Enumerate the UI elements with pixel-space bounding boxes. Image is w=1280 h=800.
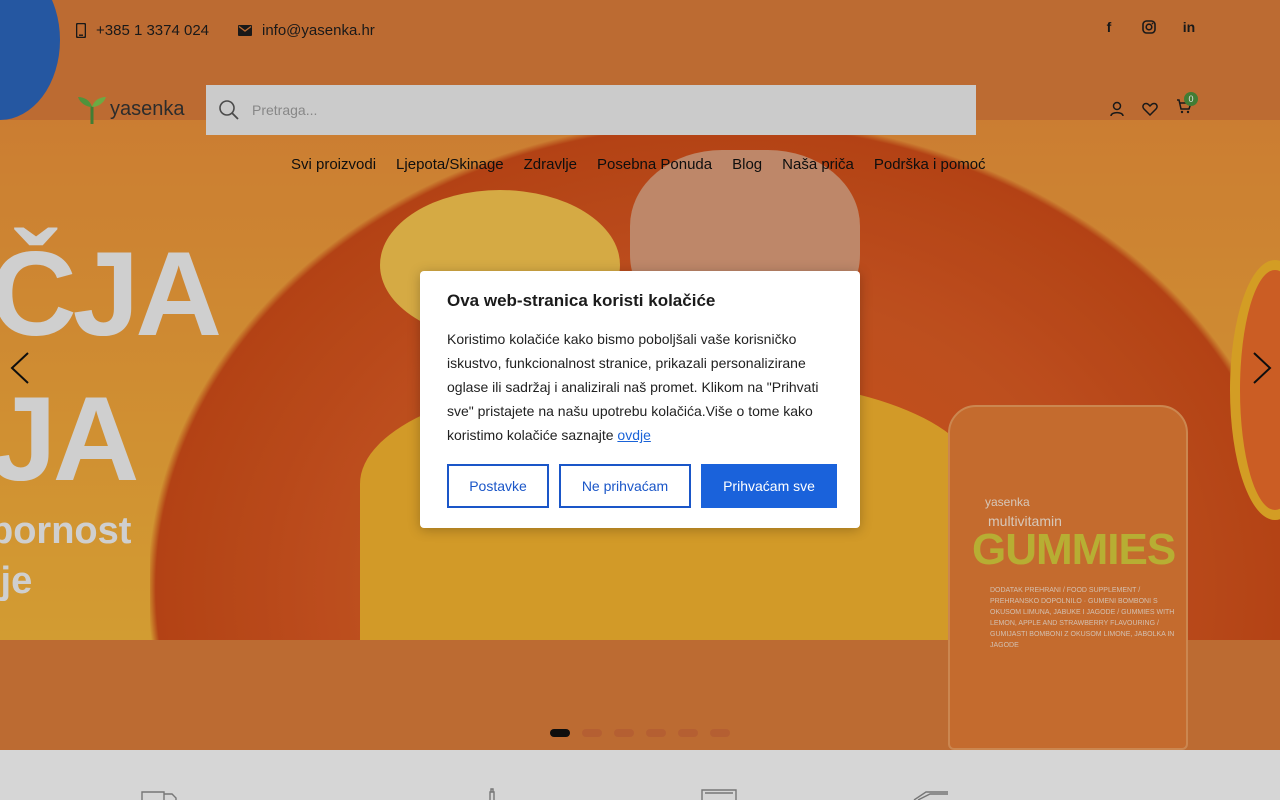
- cookie-settings-button[interactable]: Postavke: [447, 464, 549, 508]
- slider-dot[interactable]: [710, 729, 730, 737]
- features-strip: [0, 750, 1280, 800]
- logo-sprout-icon: [76, 94, 108, 124]
- search-bar: [206, 85, 976, 135]
- slider-dot[interactable]: [550, 729, 570, 737]
- social-links: f in: [1100, 18, 1198, 36]
- slider-dot[interactable]: [678, 729, 698, 737]
- slider-pagination: [550, 729, 730, 737]
- payment-card-icon: [701, 789, 737, 800]
- cookie-modal-title: Ova web-stranica koristi kolačiće: [447, 291, 716, 310]
- nav-item-beauty[interactable]: Ljepota/Skinage: [396, 156, 504, 173]
- cart-count-badge: 0: [1184, 92, 1198, 106]
- phone-number: +385 1 3374 024: [96, 22, 210, 39]
- cookie-buttons: Postavke Ne prihvaćam Prihvaćam sve: [447, 464, 837, 508]
- hero-slogan-line: ČJA: [0, 227, 222, 361]
- nav-item-all-products[interactable]: Svi proizvodi: [291, 156, 376, 173]
- phone-icon: [76, 23, 86, 38]
- slider-dot[interactable]: [646, 729, 666, 737]
- heart-icon[interactable]: [1142, 102, 1158, 116]
- product-jar-image: [948, 405, 1188, 750]
- slider-next-arrow-icon[interactable]: [1250, 350, 1274, 386]
- nav-item-blog[interactable]: Blog: [732, 156, 762, 173]
- email-address: info@yasenka.hr: [262, 22, 375, 39]
- email-contact[interactable]: info@yasenka.hr: [238, 22, 375, 39]
- jar-title: GUMMIES: [972, 525, 1176, 574]
- phone-contact[interactable]: +385 1 3374 024: [76, 22, 209, 39]
- return-package-icon: [913, 791, 948, 800]
- hero-slogan-line: ije: [0, 560, 33, 602]
- cookie-modal-body: Koristimo kolačiće kako bismo poboljšali…: [447, 327, 833, 447]
- search-input[interactable]: [250, 101, 930, 119]
- linkedin-icon[interactable]: in: [1180, 18, 1198, 36]
- logo-text: yasenka: [110, 97, 185, 120]
- cookie-decline-button[interactable]: Ne prihvaćam: [559, 464, 691, 508]
- top-bar: +385 1 3374 024 info@yasenka.hr f in: [0, 0, 1280, 62]
- user-icon[interactable]: [1110, 101, 1124, 117]
- envelope-icon: [238, 25, 252, 36]
- slider-prev-arrow-icon[interactable]: [8, 350, 32, 386]
- slider-dot[interactable]: [614, 729, 634, 737]
- site-logo[interactable]: yasenka: [76, 94, 185, 124]
- cookie-more-link[interactable]: ovdje: [617, 427, 650, 443]
- hero-slogan-line: JA: [0, 372, 139, 506]
- facebook-icon[interactable]: f: [1100, 18, 1118, 36]
- header-icons: 0: [1110, 92, 1198, 119]
- delivery-truck-icon: [141, 791, 177, 800]
- cookie-consent-modal: Ova web-stranica koristi kolačiće Korist…: [420, 271, 860, 528]
- nav-item-our-story[interactable]: Naša priča: [782, 156, 854, 173]
- cookie-accept-all-button[interactable]: Prihvaćam sve: [701, 464, 837, 508]
- lotion-bottle-icon: [489, 788, 495, 800]
- main-navigation: Svi proizvodi Ljepota/Skinage Zdravlje P…: [291, 156, 986, 173]
- nav-item-support[interactable]: Podrška i pomoć: [874, 156, 986, 173]
- cart-button[interactable]: 0: [1176, 92, 1198, 119]
- slider-dot[interactable]: [582, 729, 602, 737]
- jar-brand: yasenka: [985, 495, 1030, 509]
- nav-item-health[interactable]: Zdravlje: [524, 156, 577, 173]
- nav-item-special-offer[interactable]: Posebna Ponuda: [597, 156, 712, 173]
- hero-slogan-line: pornost: [0, 510, 132, 552]
- search-icon[interactable]: [218, 99, 240, 121]
- instagram-icon[interactable]: [1140, 18, 1158, 36]
- jar-text: DODATAK PREHRANI / FOOD SUPPLEMENT / PRE…: [990, 587, 1175, 649]
